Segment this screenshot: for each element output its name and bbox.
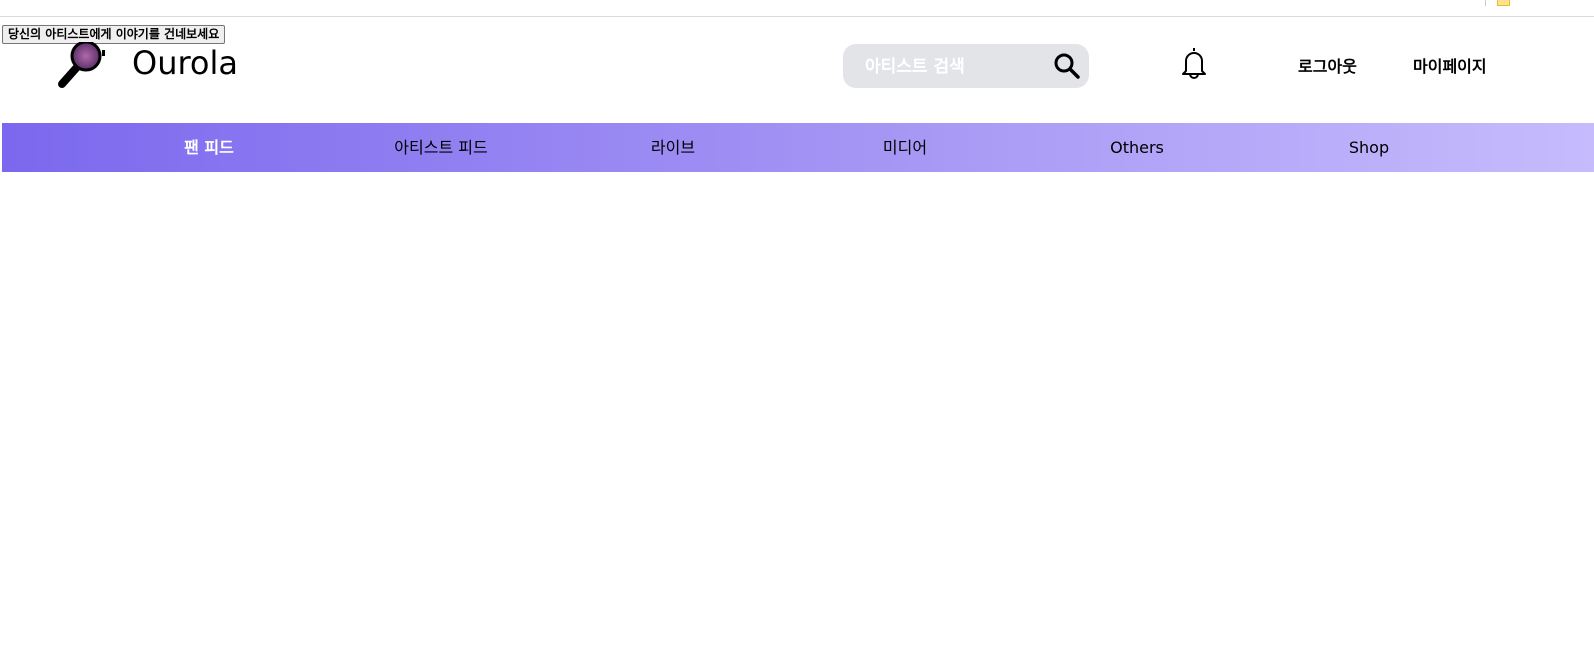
artist-search-input[interactable] xyxy=(863,44,1047,90)
toolbar-separator xyxy=(1485,0,1486,6)
nav-artist-feed[interactable]: 아티스트 피드 xyxy=(394,123,487,172)
logout-link[interactable]: 로그아웃 xyxy=(1298,53,1357,77)
nav-media[interactable]: 미디어 xyxy=(883,123,927,172)
artist-search xyxy=(843,44,1089,90)
bookmark-folder-icon[interactable] xyxy=(1497,0,1510,6)
nav-shop[interactable]: Shop xyxy=(1349,123,1389,172)
search-icon[interactable] xyxy=(1053,52,1081,80)
nav-live[interactable]: 라이브 xyxy=(651,123,695,172)
main-nav: 팬 피드 아티스트 피드 라이브 미디어 Others Shop xyxy=(2,123,1594,172)
nav-fan-feed[interactable]: 팬 피드 xyxy=(184,123,234,172)
bell-icon[interactable] xyxy=(1178,45,1210,81)
logo-text[interactable]: Ourola xyxy=(132,44,238,82)
logo-microphone-icon[interactable] xyxy=(56,42,116,90)
mypage-link[interactable]: 마이페이지 xyxy=(1413,53,1487,77)
browser-toolbar-divider xyxy=(0,16,1594,17)
nav-others[interactable]: Others xyxy=(1110,123,1164,172)
